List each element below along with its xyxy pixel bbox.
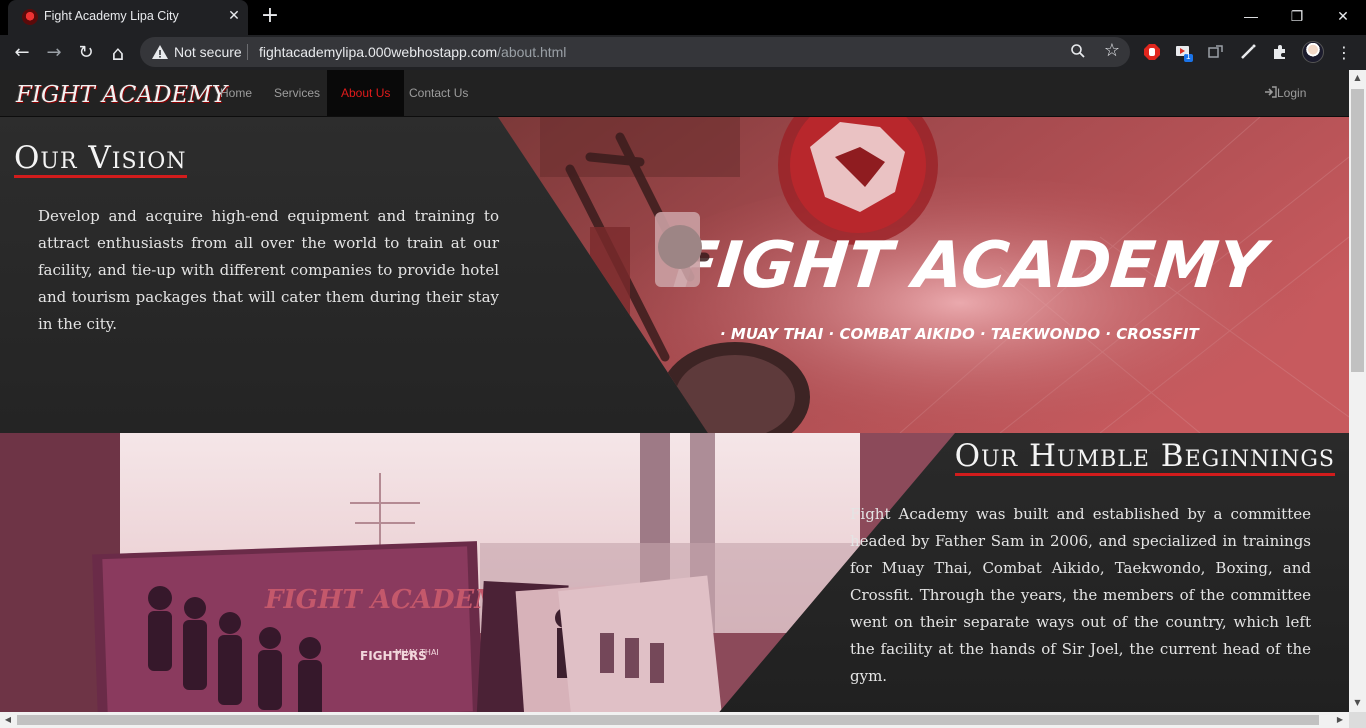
horizontal-scrollbar[interactable]: ◀ ▶	[0, 712, 1349, 728]
scroll-left-icon[interactable]: ◀	[3, 715, 13, 724]
extension-badge: 1	[1186, 52, 1191, 61]
banner-title: FIGHT ACADEMY	[670, 228, 1274, 303]
scrollbar-corner	[1349, 712, 1366, 728]
nav-services[interactable]: Services	[261, 70, 333, 116]
new-tab-icon[interactable]: +	[259, 5, 281, 28]
reload-icon[interactable]: ↻	[73, 40, 99, 66]
forward-icon[interactable]: →	[41, 40, 67, 66]
page-viewport: FIGHT ACADEMY Home Services About Us Con…	[0, 70, 1349, 712]
share-extension-icon[interactable]	[1206, 43, 1226, 63]
nav-contact-us[interactable]: Contact Us	[396, 70, 481, 116]
site-navbar: FIGHT ACADEMY Home Services About Us Con…	[0, 70, 1349, 117]
pen-extension-icon[interactable]	[1238, 43, 1258, 63]
scroll-down-icon[interactable]: ▼	[1349, 698, 1366, 707]
url-path: /about.html	[497, 44, 567, 60]
address-bar[interactable]: Not secure fightacademylipa.000webhostap…	[140, 37, 1130, 67]
not-secure-label[interactable]: Not secure	[174, 44, 242, 60]
vision-section: FIGHT ACADEMY · MUAY THAI · COMBAT AIKID…	[0, 117, 1349, 433]
restore-icon[interactable]: ❐	[1274, 4, 1320, 28]
horizontal-scroll-thumb[interactable]	[17, 715, 1319, 725]
beginnings-heading: Our Humble Beginnings	[954, 438, 1335, 476]
beginnings-section: FIGHT ACADEMY MUAY THAI FIGHTERS Our Hum…	[0, 433, 1349, 712]
browser-menu-icon[interactable]: ⋮	[1336, 40, 1352, 66]
cast-extension-icon[interactable]: 1	[1174, 43, 1194, 63]
adblock-extension-icon[interactable]	[1142, 43, 1162, 63]
minimize-icon[interactable]: —	[1228, 4, 1274, 28]
window-close-icon[interactable]: ✕	[1320, 4, 1366, 28]
warning-icon	[152, 45, 168, 59]
nav-about-us[interactable]: About Us	[327, 70, 405, 116]
site-logo[interactable]: FIGHT ACADEMY	[16, 82, 227, 108]
nav-home[interactable]: Home	[207, 70, 265, 116]
tab-strip: Fight Academy Lipa City ✕ + — ❐ ✕	[0, 0, 1366, 35]
site-favicon-icon	[22, 9, 38, 25]
poster-subtitle: FIGHTERS	[360, 649, 427, 663]
vision-heading: Our Vision	[14, 140, 187, 178]
url-domain: fightacademylipa.000webhostapp.com	[259, 44, 498, 60]
beginnings-text: Fight Academy was built and established …	[850, 505, 1311, 685]
tab-title: Fight Academy Lipa City	[44, 9, 179, 23]
login-icon	[1265, 86, 1277, 98]
search-icon[interactable]	[1070, 43, 1088, 61]
omnibox-divider	[247, 44, 248, 60]
extensions-puzzle-icon[interactable]	[1270, 43, 1290, 63]
back-icon[interactable]: ←	[9, 40, 35, 66]
url-text[interactable]: fightacademylipa.000webhostapp.com/about…	[259, 44, 566, 60]
login-link[interactable]: Login	[1264, 70, 1306, 116]
tab-close-icon[interactable]: ✕	[226, 8, 242, 24]
browser-toolbar: ← → ↻ ⌂ Not secure fightacademylipa.000w…	[0, 35, 1366, 70]
scroll-up-icon[interactable]: ▲	[1349, 73, 1366, 82]
login-label: Login	[1277, 86, 1307, 100]
home-icon[interactable]: ⌂	[105, 40, 131, 66]
profile-avatar[interactable]	[1302, 41, 1324, 63]
vertical-scrollbar[interactable]: ▲ ▼	[1349, 70, 1366, 712]
banner-subtitle: · MUAY THAI · COMBAT AIKIDO · TAEKWONDO …	[720, 325, 1200, 343]
vertical-scroll-thumb[interactable]	[1351, 89, 1364, 372]
scroll-right-icon[interactable]: ▶	[1335, 715, 1345, 724]
browser-tab[interactable]: Fight Academy Lipa City ✕	[8, 0, 248, 35]
vision-text: Develop and acquire high-end equipment a…	[38, 207, 499, 333]
bookmark-star-icon[interactable]: ☆	[1102, 40, 1122, 62]
